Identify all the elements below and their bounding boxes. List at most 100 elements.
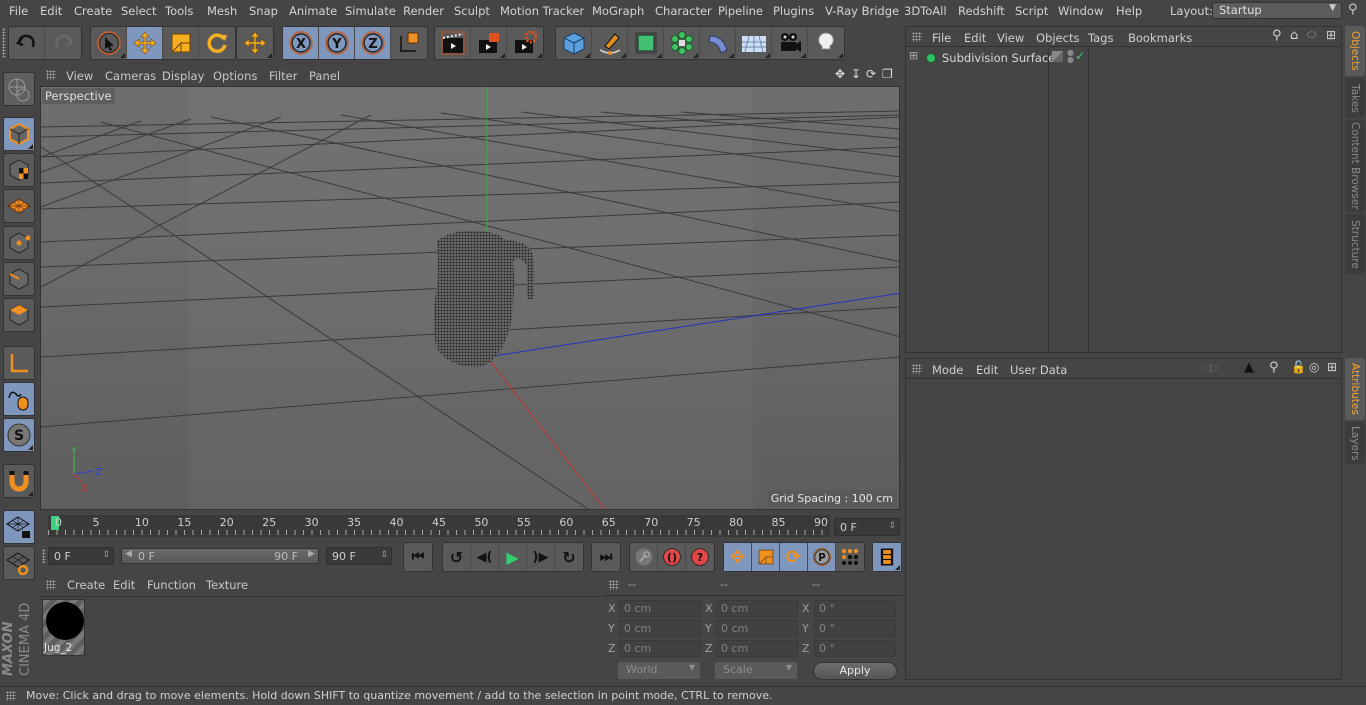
snapping-button[interactable]: S bbox=[3, 418, 35, 452]
enabled-check-icon[interactable]: ✓ bbox=[1075, 49, 1085, 63]
viewport-menu-options[interactable]: Options bbox=[213, 69, 257, 83]
preview-range-slider[interactable]: ◀ 0 F 90 F ▶ bbox=[121, 548, 319, 564]
zoom-view-icon[interactable]: ↧ bbox=[851, 67, 861, 81]
tab-structure[interactable]: Structure bbox=[1345, 214, 1365, 274]
panel-grip[interactable] bbox=[912, 32, 922, 42]
lock-icon[interactable]: 🔓 bbox=[1291, 360, 1306, 374]
rotate-view-icon[interactable]: ⟳ bbox=[866, 67, 876, 81]
material-menu-create[interactable]: Create bbox=[67, 578, 105, 592]
move-tool-button[interactable] bbox=[127, 27, 163, 59]
light-button[interactable] bbox=[808, 27, 844, 59]
panel-grip[interactable] bbox=[912, 364, 922, 374]
menu-mograph[interactable]: MoGraph bbox=[592, 4, 644, 18]
tab-layers[interactable]: Layers bbox=[1345, 422, 1365, 464]
scale-key-button[interactable] bbox=[752, 543, 780, 571]
rot-b-field[interactable]: 0 ° bbox=[814, 640, 896, 657]
pos-z-field[interactable]: 0 cm bbox=[619, 640, 701, 657]
timeline-window-button[interactable] bbox=[873, 543, 901, 571]
workplane-button[interactable] bbox=[3, 72, 35, 106]
playback-grip[interactable] bbox=[42, 549, 46, 563]
point-level-animation-button[interactable] bbox=[836, 543, 864, 571]
new-panel-icon[interactable]: ⊞ bbox=[1326, 28, 1336, 42]
pos-y-field[interactable]: 0 cm bbox=[619, 620, 701, 637]
pos-x-field[interactable]: 0 cm bbox=[619, 600, 701, 617]
apply-button[interactable]: Apply bbox=[813, 662, 897, 680]
cube-button[interactable] bbox=[556, 27, 592, 59]
viewport-menu-panel[interactable]: Panel bbox=[309, 69, 340, 83]
attributes-menu-mode[interactable]: Mode bbox=[932, 363, 963, 377]
viewport-menu-filter[interactable]: Filter bbox=[269, 69, 297, 83]
floor-button[interactable] bbox=[736, 27, 772, 59]
objects-menu-tags[interactable]: Tags bbox=[1088, 31, 1113, 45]
viewport-menu-view[interactable]: View bbox=[66, 69, 93, 83]
menu-mesh[interactable]: Mesh bbox=[207, 4, 237, 18]
menu-3dtoall[interactable]: 3DToAll bbox=[904, 4, 947, 18]
menu-animate[interactable]: Animate bbox=[289, 4, 337, 18]
go-to-end-button[interactable]: ⏭ bbox=[592, 543, 620, 571]
x-axis-lock-button[interactable]: X bbox=[283, 27, 319, 59]
menu-snap[interactable]: Snap bbox=[249, 4, 278, 18]
rotation-key-button[interactable]: ⟳ bbox=[780, 543, 808, 571]
menu-character[interactable]: Character bbox=[655, 4, 712, 18]
undo-button[interactable] bbox=[9, 27, 45, 59]
maximize-view-icon[interactable]: ❐ bbox=[882, 67, 893, 81]
menu-select[interactable]: Select bbox=[121, 4, 156, 18]
menu-vray-bridge[interactable]: V-Ray Bridge bbox=[825, 4, 899, 18]
size-x-field[interactable]: 0 cm bbox=[716, 600, 798, 617]
y-axis-lock-button[interactable]: Y bbox=[319, 27, 355, 59]
panel-grip[interactable] bbox=[46, 580, 56, 590]
cloner-button[interactable] bbox=[664, 27, 700, 59]
menu-script[interactable]: Script bbox=[1015, 4, 1048, 18]
tab-takes[interactable]: Takes bbox=[1345, 78, 1365, 118]
material-swatch[interactable]: Jug_2 bbox=[42, 599, 85, 656]
expand-icon[interactable]: ⊞ bbox=[909, 49, 918, 62]
back-arrow-icon[interactable]: ◁▷ bbox=[1202, 361, 1219, 374]
objects-menu-file[interactable]: File bbox=[932, 31, 951, 45]
material-menu-edit[interactable]: Edit bbox=[113, 578, 135, 592]
objects-menu-view[interactable]: View bbox=[997, 31, 1024, 45]
redo-button[interactable] bbox=[45, 27, 81, 59]
search-icon[interactable]: ⚲ bbox=[1348, 2, 1358, 17]
coordinate-system-button[interactable] bbox=[391, 27, 427, 59]
texture-mode-button[interactable] bbox=[3, 153, 35, 187]
menu-file[interactable]: File bbox=[9, 4, 28, 18]
end-frame-field[interactable]: 90 F bbox=[326, 547, 392, 565]
points-mode-button[interactable] bbox=[3, 226, 35, 260]
axis-mode-button[interactable] bbox=[3, 346, 35, 380]
render-settings-button[interactable] bbox=[507, 27, 543, 59]
edges-mode-button[interactable] bbox=[3, 262, 35, 296]
rot-h-field[interactable]: 0 ° bbox=[814, 600, 896, 617]
target-icon[interactable]: ◎ bbox=[1309, 360, 1319, 374]
z-axis-lock-button[interactable]: Z bbox=[355, 27, 391, 59]
scale-tool-button[interactable] bbox=[163, 27, 199, 59]
object-name[interactable]: Subdivision Surface bbox=[942, 51, 1055, 65]
camera-label[interactable]: Perspective bbox=[42, 88, 115, 104]
subdivision-surface-button[interactable] bbox=[628, 27, 664, 59]
autokeying-button[interactable]: () bbox=[658, 543, 686, 571]
keyframe-selection-button[interactable]: ? bbox=[686, 543, 714, 571]
search-icon[interactable]: ⚲ bbox=[1272, 28, 1282, 43]
objects-menu-objects[interactable]: Objects bbox=[1036, 31, 1079, 45]
attributes-menu-edit[interactable]: Edit bbox=[976, 363, 998, 377]
rot-p-field[interactable]: 0 ° bbox=[814, 620, 896, 637]
menu-tools[interactable]: Tools bbox=[165, 4, 193, 18]
perspective-viewport[interactable]: Y Z X Grid Spacing : 100 cm bbox=[40, 86, 900, 510]
menu-simulate[interactable]: Simulate bbox=[345, 4, 396, 18]
workplane-mode-button[interactable] bbox=[3, 189, 35, 223]
menu-create[interactable]: Create bbox=[74, 4, 112, 18]
record-keys-button[interactable] bbox=[630, 543, 658, 571]
panel-grip[interactable] bbox=[6, 691, 16, 701]
material-menu-function[interactable]: Function bbox=[147, 578, 196, 592]
play-button[interactable]: ▶ bbox=[499, 543, 527, 571]
next-frame-button[interactable]: )▶ bbox=[527, 543, 555, 571]
objects-menu-edit[interactable]: Edit bbox=[964, 31, 986, 45]
viewport-menu-cameras[interactable]: Cameras bbox=[105, 69, 156, 83]
menu-edit[interactable]: Edit bbox=[40, 4, 62, 18]
render-picture-viewer-button[interactable] bbox=[471, 27, 507, 59]
tab-content-browser[interactable]: Content Browser bbox=[1345, 120, 1365, 212]
recent-tool-button[interactable] bbox=[237, 27, 273, 59]
magnet-button[interactable] bbox=[3, 464, 35, 498]
previous-frame-button[interactable]: ◀( bbox=[471, 543, 499, 571]
layout-dropdown[interactable]: Startup ▼ bbox=[1212, 2, 1342, 19]
material-menu-texture[interactable]: Texture bbox=[206, 578, 248, 592]
